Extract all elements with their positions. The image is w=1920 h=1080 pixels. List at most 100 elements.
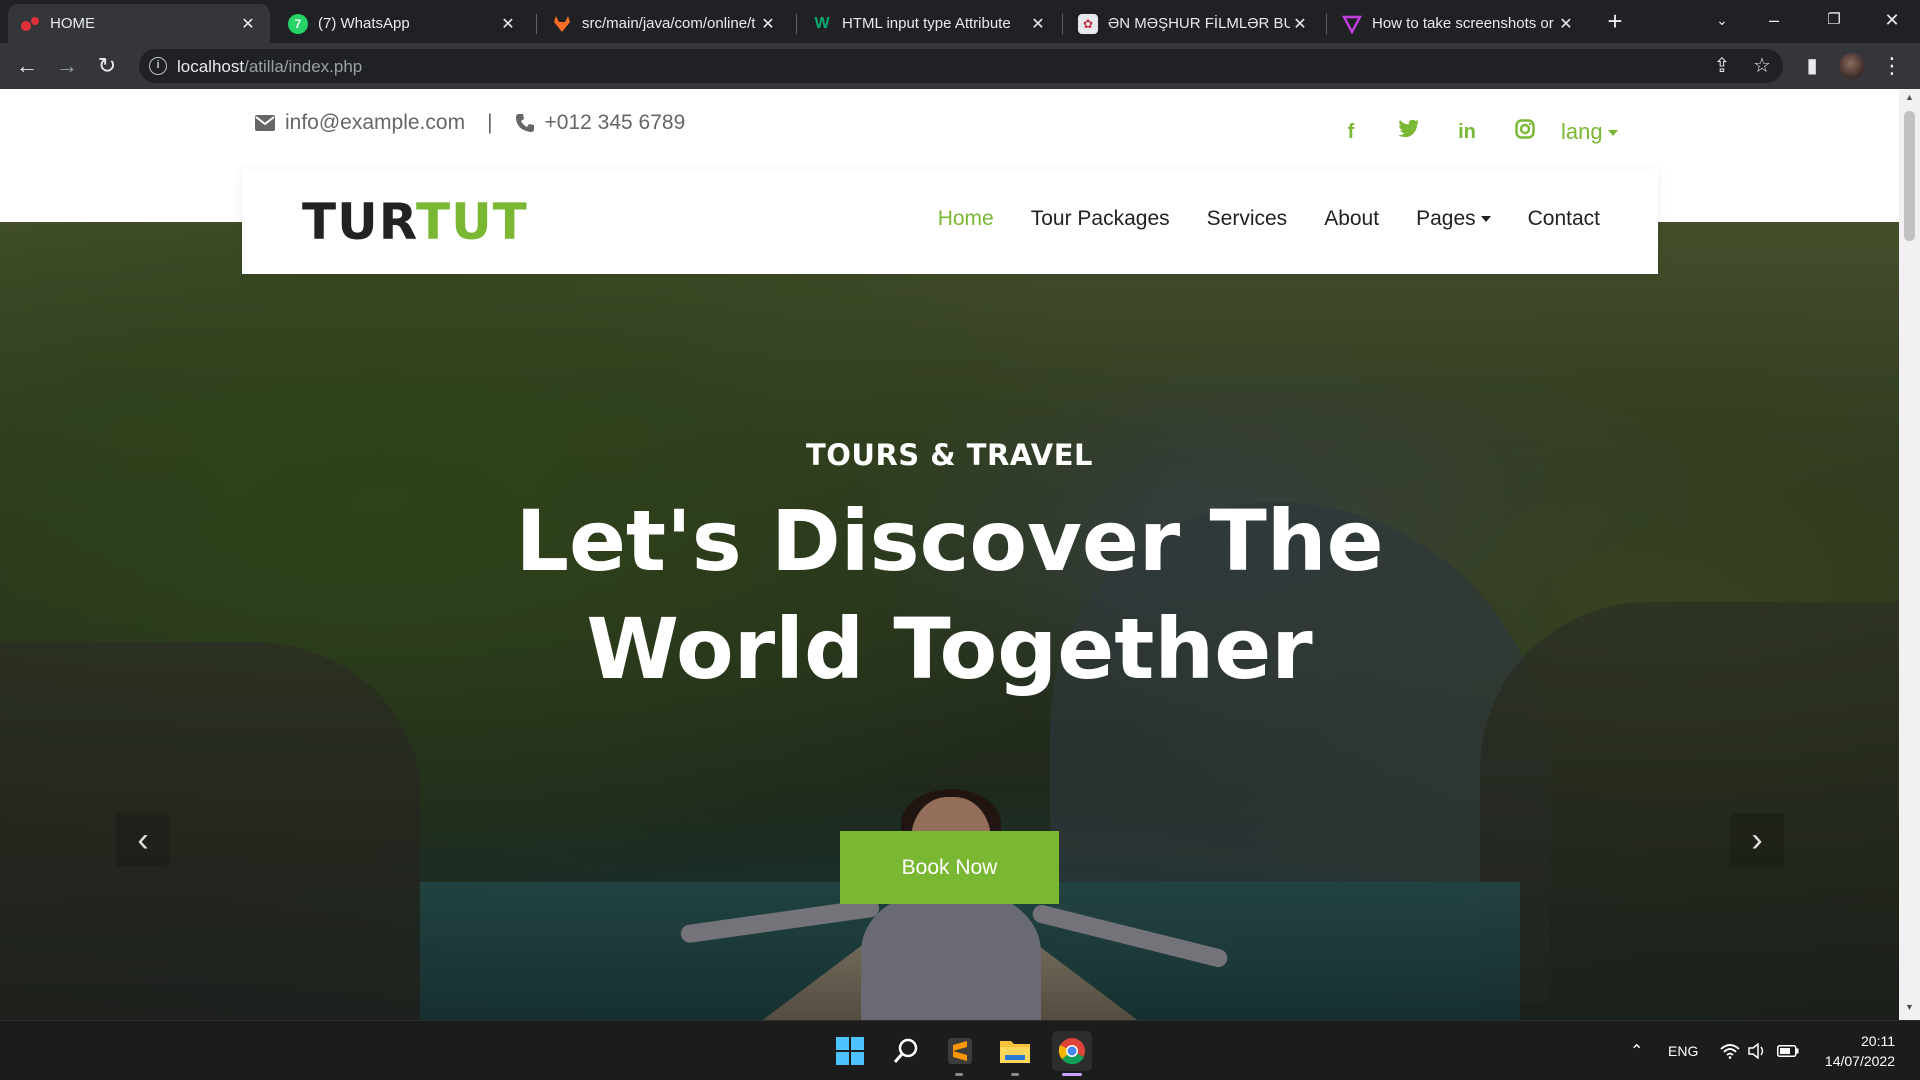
url-host: localhost	[177, 57, 245, 76]
active-indicator	[1062, 1073, 1082, 1076]
system-clock[interactable]: 20:11 14/07/2022	[1815, 1031, 1895, 1071]
gitlab-icon	[552, 14, 572, 34]
contact-phone[interactable]: +012 345 6789	[545, 111, 686, 135]
contact-separator: |	[487, 111, 493, 134]
close-icon[interactable]: ✕	[1290, 14, 1310, 34]
restore-icon[interactable]: ❐	[1806, 0, 1862, 40]
phone-icon	[515, 114, 534, 132]
tab-separator	[536, 14, 537, 34]
book-now-button[interactable]: Book Now	[840, 831, 1059, 904]
clock-time: 20:11	[1861, 1033, 1895, 1049]
running-indicator	[955, 1073, 963, 1076]
url-path: /atilla/index.php	[244, 57, 363, 76]
forward-arrow-icon[interactable]: →	[51, 50, 83, 82]
envelope-icon	[255, 115, 275, 131]
tab-whatsapp[interactable]: 7 (7) WhatsApp ✕	[276, 4, 530, 43]
battery-icon[interactable]	[1777, 1021, 1799, 1080]
scroll-down-icon[interactable]: ▼	[1904, 1002, 1915, 1012]
page-scrollbar[interactable]: ▲ ▼	[1899, 89, 1920, 1020]
nav-about[interactable]: About	[1324, 207, 1379, 231]
close-icon[interactable]: ✕	[1556, 14, 1576, 34]
more-menu-icon[interactable]: ⋮	[1876, 50, 1908, 82]
site-info-icon[interactable]: i	[149, 57, 167, 75]
tab-title: ƏN MƏŞHUR FİLMLƏR BUR	[1108, 15, 1290, 32]
share-icon[interactable]: ⇪	[1706, 50, 1738, 82]
nav-services[interactable]: Services	[1207, 207, 1288, 231]
tab-title: HTML input type Attribute	[842, 15, 1011, 32]
close-icon[interactable]: ✕	[238, 14, 258, 34]
language-dropdown[interactable]: lang	[1561, 119, 1618, 145]
nav-home[interactable]: Home	[938, 207, 994, 231]
input-language[interactable]: ENG	[1668, 1021, 1698, 1080]
tab-title: HOME	[50, 15, 95, 32]
hero-headline: Let's Discover The World Together	[0, 487, 1899, 703]
windows-taskbar: ⌃ ENG 20:11 14/07/2022	[0, 1020, 1920, 1080]
minimize-icon[interactable]: –	[1746, 0, 1802, 40]
tab-w3schools[interactable]: W HTML input type Attribute ✕	[800, 4, 1060, 43]
tray-overflow-icon[interactable]: ⌃	[1630, 1021, 1643, 1080]
search-icon[interactable]	[888, 1033, 924, 1069]
window-close-icon[interactable]: ✕	[1864, 0, 1920, 40]
tab-gitlab[interactable]: src/main/java/com/online/t ✕	[540, 4, 790, 43]
tab-separator	[1062, 14, 1063, 34]
browser-toolbar: ← → ↻ i localhost/atilla/index.php ⇪ ☆ ▮…	[0, 43, 1920, 89]
nav-tour-packages[interactable]: Tour Packages	[1031, 207, 1170, 231]
volume-icon[interactable]	[1748, 1021, 1768, 1080]
side-panel-icon[interactable]: ▮	[1796, 50, 1828, 82]
linkedin-icon[interactable]: in	[1438, 121, 1496, 144]
contact-info: info@example.com | +012 345 6789	[255, 111, 685, 135]
carousel-prev-icon[interactable]: ‹	[116, 813, 170, 867]
address-url: localhost/atilla/index.php	[177, 57, 362, 77]
site-favicon	[20, 14, 40, 34]
film-icon: ✿	[1078, 13, 1098, 34]
running-indicator	[1011, 1073, 1019, 1076]
w3schools-icon: W	[814, 14, 830, 32]
vector-icon	[1342, 14, 1362, 34]
tab-search-chevron-icon[interactable]: ⌄	[1694, 0, 1750, 40]
file-explorer-icon[interactable]	[997, 1033, 1033, 1069]
wifi-icon[interactable]	[1720, 1021, 1740, 1080]
tab-screenshots[interactable]: How to take screenshots or ✕	[1330, 4, 1588, 43]
instagram-icon[interactable]	[1496, 119, 1554, 145]
hero-headline-line-2: World Together	[586, 600, 1313, 698]
tab-separator	[796, 14, 797, 34]
sublime-text-icon[interactable]	[942, 1033, 978, 1069]
profile-avatar[interactable]	[1839, 53, 1865, 79]
bookmark-star-icon[interactable]: ☆	[1746, 50, 1778, 82]
social-links: f in	[1322, 119, 1554, 145]
hero-kicker: TOURS & TRAVEL	[805, 438, 1093, 472]
scrollbar-thumb[interactable]	[1904, 111, 1915, 241]
close-icon[interactable]: ✕	[1028, 14, 1048, 34]
hero-headline-line-1: Let's Discover The	[515, 492, 1384, 590]
new-tab-button[interactable]: +	[1598, 4, 1632, 38]
facebook-icon[interactable]: f	[1322, 121, 1380, 144]
address-bar[interactable]: i localhost/atilla/index.php	[139, 49, 1783, 83]
tab-title: src/main/java/com/online/t	[582, 15, 756, 32]
tab-films[interactable]: ✿ ƏN MƏŞHUR FİLMLƏR BUR ✕	[1066, 4, 1322, 43]
carousel-next-icon[interactable]: ›	[1730, 813, 1784, 867]
contact-email[interactable]: info@example.com	[285, 111, 465, 135]
logo-part-2: TUT	[415, 193, 528, 251]
close-icon[interactable]: ✕	[758, 14, 778, 34]
tab-separator	[1326, 14, 1327, 34]
scroll-up-icon[interactable]: ▲	[1904, 92, 1915, 102]
close-icon[interactable]: ✕	[498, 14, 518, 34]
clock-date: 14/07/2022	[1824, 1053, 1895, 1069]
main-navbar: TURTUT Home Tour Packages Services About…	[242, 169, 1658, 274]
reload-icon[interactable]: ↻	[91, 50, 123, 82]
windows-start-icon[interactable]	[832, 1033, 868, 1069]
nav-menu: Home Tour Packages Services About Pages …	[901, 207, 1600, 231]
tab-title: (7) WhatsApp	[318, 15, 410, 32]
back-arrow-icon[interactable]: ←	[11, 50, 43, 82]
nav-pages-dropdown[interactable]: Pages	[1416, 207, 1491, 231]
nav-contact[interactable]: Contact	[1528, 207, 1600, 231]
browser-tab-strip: HOME ✕ 7 (7) WhatsApp ✕ src/main/java/co…	[0, 0, 1920, 43]
logo-part-1: TUR	[302, 193, 416, 251]
site-logo[interactable]: TURTUT	[302, 193, 528, 251]
twitter-icon[interactable]	[1380, 119, 1438, 144]
whatsapp-icon: 7	[288, 13, 308, 34]
page-viewport: info@example.com | +012 345 6789 f in la…	[0, 89, 1899, 1020]
chrome-icon[interactable]	[1052, 1031, 1092, 1071]
tab-home[interactable]: HOME ✕	[8, 4, 270, 43]
tab-title: How to take screenshots or	[1372, 15, 1554, 32]
